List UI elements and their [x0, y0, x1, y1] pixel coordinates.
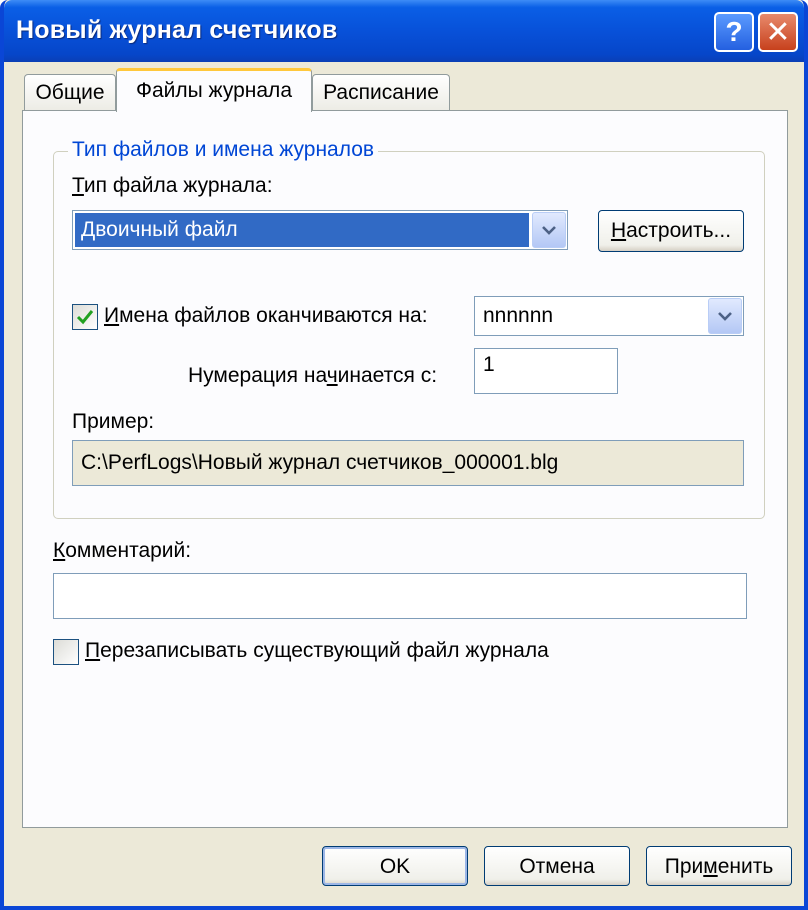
- overwrite-checkbox[interactable]: [53, 639, 79, 665]
- example-path-field: C:\PerfLogs\Новый журнал счетчиков_00000…: [72, 440, 744, 486]
- comment-label: Комментарий:: [53, 539, 192, 562]
- overwrite-label: Перезаписывать существующий файл журнала: [85, 639, 549, 662]
- file-type-groupbox: Тип файлов и имена журналов Тип файла жу…: [53, 138, 765, 519]
- numbering-label: Нумерация начинается с:: [188, 364, 438, 387]
- cancel-button[interactable]: Отмена: [484, 846, 630, 886]
- suffix-dropdown[interactable]: nnnnnn: [474, 296, 744, 336]
- chevron-down-icon[interactable]: [532, 212, 566, 248]
- window-title: Новый журнал счетчиков: [16, 16, 338, 44]
- tab-general[interactable]: Общие: [24, 74, 116, 112]
- dialog-client-area: Общие Файлы журнала Расписание Тип файло…: [4, 62, 804, 906]
- suffix-value: nnnnnn: [483, 304, 554, 327]
- title-bar[interactable]: Новый журнал счетчиков ? ✕: [4, 0, 804, 62]
- ok-button[interactable]: OK: [322, 846, 468, 886]
- apply-button[interactable]: Применить: [646, 846, 792, 886]
- file-type-dropdown[interactable]: Двоичный файл: [72, 210, 568, 250]
- example-label: Пример:: [72, 410, 155, 433]
- groupbox-title: Тип файлов и имена журналов: [68, 138, 379, 162]
- tab-schedule[interactable]: Расписание: [312, 74, 450, 112]
- file-type-value: Двоичный файл: [75, 213, 529, 247]
- close-button[interactable]: ✕: [758, 12, 798, 52]
- suffix-checkbox[interactable]: [72, 304, 98, 330]
- configure-button[interactable]: Настроить...: [598, 210, 744, 252]
- numbering-start-input[interactable]: 1: [474, 348, 618, 394]
- suffix-label: Имена файлов оканчиваются на:: [104, 304, 428, 327]
- tab-log-files[interactable]: Файлы журнала: [116, 68, 312, 112]
- comment-input[interactable]: [53, 573, 747, 619]
- help-button[interactable]: ?: [714, 12, 754, 52]
- chevron-down-icon[interactable]: [708, 298, 742, 334]
- dialog-window: Новый журнал счетчиков ? ✕ Общие Файлы ж…: [0, 0, 808, 910]
- tab-panel-log-files: Тип файлов и имена журналов Тип файла жу…: [22, 110, 788, 828]
- file-type-label: Тип файла журнала:: [72, 174, 273, 197]
- checkmark-icon: [76, 310, 94, 325]
